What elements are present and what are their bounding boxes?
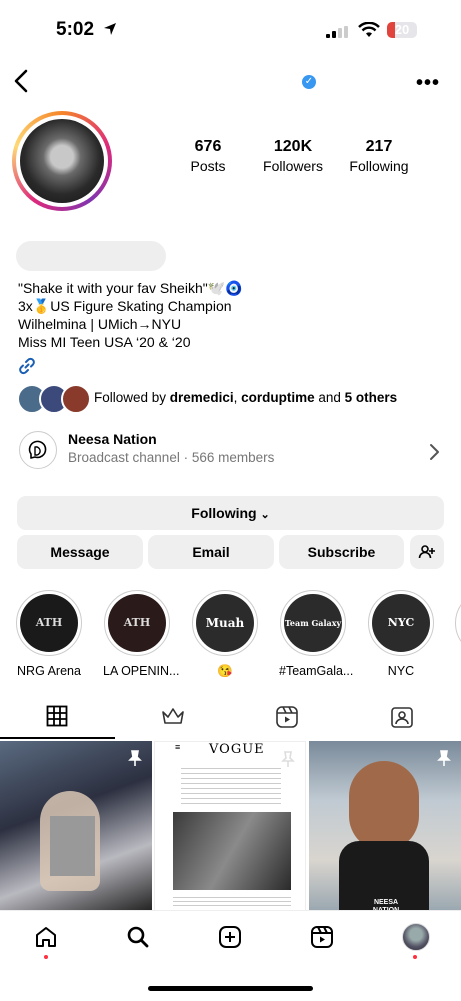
posts-count: 676	[194, 138, 222, 155]
bio-line-3: Wilhelmina | UMich→NYU	[18, 316, 182, 332]
mutual-name-2: corduptime	[241, 390, 315, 405]
channel-subtitle: Broadcast channel · 566 members	[68, 450, 275, 465]
highlight-label: LA OPENIN...	[103, 664, 180, 678]
location-arrow-icon	[104, 23, 116, 35]
reels-icon[interactable]	[275, 705, 299, 729]
article-caption-block	[173, 894, 291, 906]
home-notification-dot	[44, 955, 48, 959]
create-icon[interactable]	[218, 925, 242, 949]
chevron-down-icon: ⌄	[260, 509, 270, 521]
broadcast-channel-icon[interactable]	[19, 431, 57, 469]
profile-avatar[interactable]	[12, 111, 112, 211]
pin-icon	[437, 750, 451, 766]
profile-notification-dot	[413, 955, 417, 959]
status-time: 5:02	[56, 19, 95, 40]
article-photo	[173, 812, 291, 890]
highlight-cover: NYC	[372, 594, 430, 652]
highlight-label: NRG Arena	[17, 664, 81, 678]
followed-by-text[interactable]: Followed by dremedici, corduptime and 5 …	[94, 390, 397, 405]
highlight-item[interactable]: NYC NYC	[367, 590, 435, 678]
signal-icon	[326, 26, 348, 38]
add-person-button[interactable]	[410, 535, 444, 569]
chevron-right-icon[interactable]	[428, 443, 440, 461]
highlight-item[interactable]: ATH NRG Arena	[15, 590, 83, 678]
highlight-cover: Muah	[196, 594, 254, 652]
search-icon[interactable]	[126, 925, 150, 949]
reels-nav-icon[interactable]	[310, 925, 334, 949]
followed-by-and: and	[314, 390, 345, 405]
add-person-icon	[418, 545, 435, 559]
channel-title[interactable]: Neesa Nation	[68, 431, 157, 447]
post-thumbnail[interactable]: ≡ VOGUE	[154, 741, 306, 911]
highlight-item[interactable]: Team Galaxy U #TeamGala...	[279, 590, 353, 686]
post-masthead: VOGUE	[209, 742, 265, 757]
followers-stat[interactable]: 120K Followers	[248, 138, 338, 174]
mutual-others: 5 others	[344, 390, 398, 405]
email-button[interactable]: Email	[148, 535, 274, 569]
highlight-cover: ATH	[108, 594, 166, 652]
menu-icon: ≡	[175, 742, 181, 752]
tagged-icon[interactable]	[390, 705, 414, 729]
posts-label: Posts	[190, 158, 226, 174]
bio-line-4: Miss MI Teen USA ‘20 & ‘20	[18, 334, 191, 350]
followed-by-prefix: Followed by	[94, 390, 170, 405]
post-thumbnail[interactable]: NEESA NATION	[309, 741, 461, 911]
mutual-followers-avatars[interactable]	[17, 384, 91, 414]
pin-icon	[128, 750, 142, 766]
following-stat[interactable]: 217 Following	[334, 138, 424, 174]
following-count: 217	[365, 138, 393, 155]
avatar-photo	[20, 119, 104, 203]
mutual-avatar	[61, 384, 91, 414]
link-icon[interactable]	[18, 357, 36, 375]
home-icon[interactable]	[34, 925, 58, 949]
active-tab-indicator	[0, 737, 115, 739]
highlight-item[interactable]: ATH LA OPENIN...	[103, 590, 180, 678]
subscribe-button[interactable]: Subscribe	[279, 535, 404, 569]
highlight-item-partial[interactable]	[455, 590, 461, 656]
battery-level: 20	[394, 22, 410, 37]
profile-name-redacted	[16, 241, 166, 271]
wifi-icon	[358, 22, 380, 37]
highlight-cover: ATH	[20, 594, 78, 652]
post-thumbnail[interactable]	[0, 741, 152, 911]
verified-icon: ✓	[302, 75, 316, 89]
bio-line-2: 3x🥇US Figure Skating Champion	[18, 298, 232, 314]
crown-icon[interactable]	[160, 705, 186, 727]
followed-by-separator: ,	[233, 390, 242, 405]
message-button[interactable]: Message	[17, 535, 143, 569]
following-button-label: Following	[191, 505, 257, 521]
grid-icon[interactable]	[46, 705, 68, 727]
followers-count: 120K	[273, 138, 313, 155]
post-subject	[349, 761, 419, 851]
home-indicator	[148, 986, 313, 991]
profile-tab-avatar[interactable]	[402, 923, 430, 951]
pin-icon	[281, 751, 295, 767]
mutual-name-1: dremedici	[169, 390, 234, 405]
following-label: Following	[349, 158, 409, 174]
battery-indicator: 20	[387, 22, 417, 38]
followers-label: Followers	[263, 158, 323, 174]
posts-stat[interactable]: 676 Posts	[163, 138, 253, 174]
following-button[interactable]: Following ⌄	[17, 496, 444, 530]
bio-line-1: "Shake it with your fav Sheikh"🕊️🧿	[18, 280, 243, 296]
highlight-item[interactable]: Muah 😘	[191, 590, 259, 679]
highlight-cover: Team Galaxy U	[284, 594, 342, 686]
highlight-label: NYC	[387, 664, 415, 678]
highlight-label: 😘	[217, 664, 233, 678]
back-icon[interactable]	[12, 68, 30, 94]
more-icon[interactable]: •••	[416, 72, 440, 95]
broadcast-icon	[28, 440, 47, 459]
article-text-block	[181, 764, 281, 804]
